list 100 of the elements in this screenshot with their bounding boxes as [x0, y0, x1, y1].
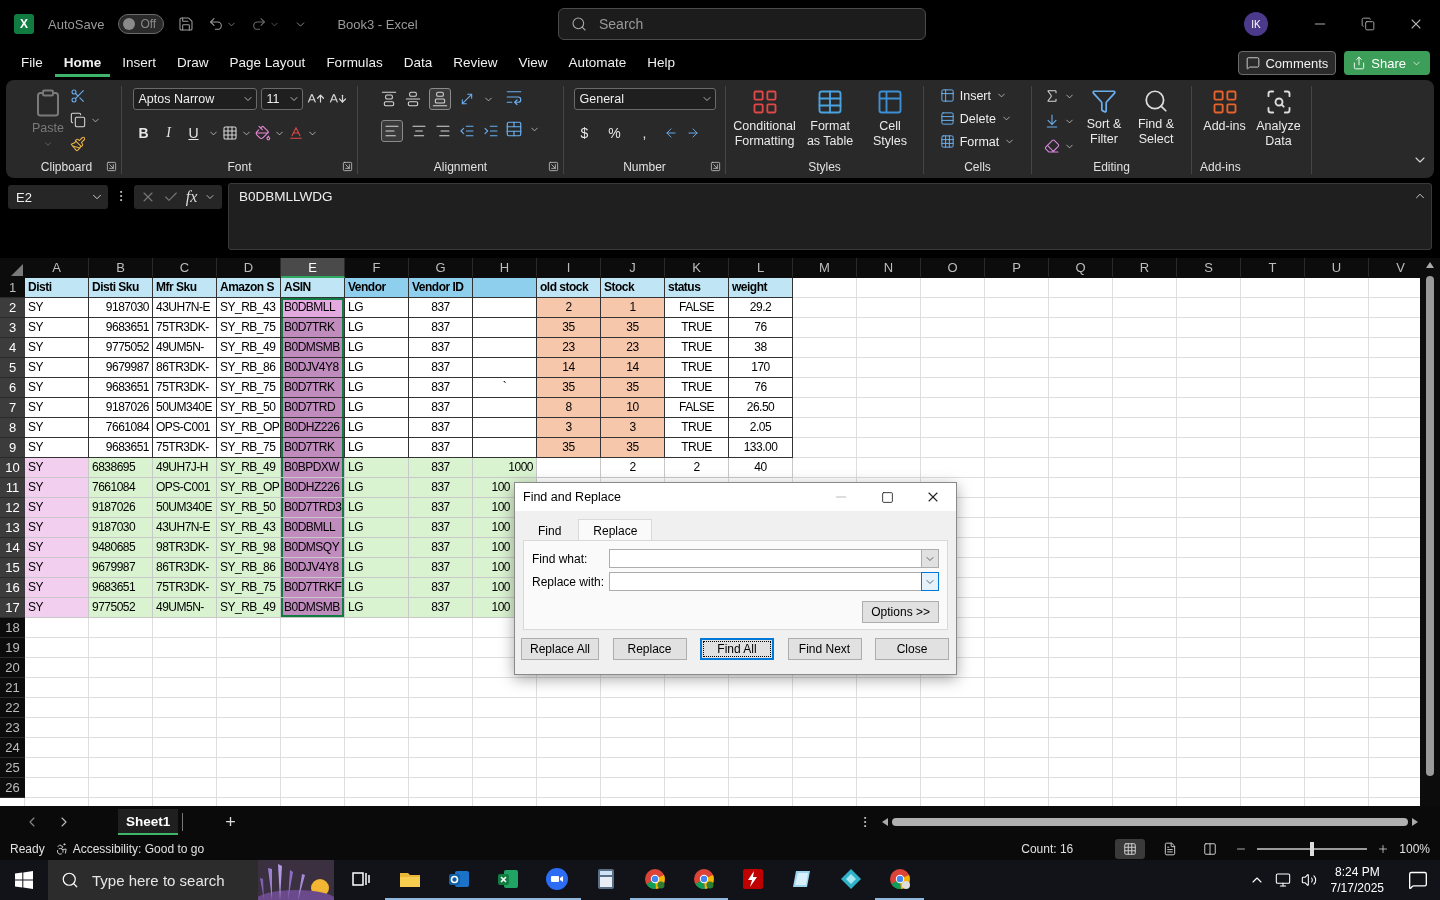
addins-button[interactable]: Add-ins	[1200, 88, 1249, 134]
dialog-button[interactable]: Replace	[612, 638, 687, 660]
column-header[interactable]: N	[857, 258, 921, 278]
options-button[interactable]: Options >>	[862, 601, 939, 623]
menu-tab[interactable]: Insert	[113, 49, 166, 77]
name-box[interactable]: E2	[8, 185, 108, 209]
arrow-icon[interactable]	[1412, 818, 1418, 826]
row-header[interactable]: 25	[0, 758, 25, 778]
indent-decrease-icon[interactable]	[459, 123, 475, 139]
maximize-icon[interactable]	[880, 490, 894, 504]
analyze-data-button[interactable]: Analyze Data	[1254, 88, 1303, 149]
arrow-icon[interactable]	[1426, 262, 1434, 268]
row-header[interactable]: 6	[0, 378, 25, 398]
column-header[interactable]: B	[89, 258, 153, 278]
format-button[interactable]: Format	[939, 134, 1016, 149]
undo-icon[interactable]	[208, 16, 225, 32]
fill-color-icon[interactable]	[254, 125, 271, 141]
row-header[interactable]: 4	[0, 338, 25, 358]
search-field[interactable]: Search	[558, 8, 926, 40]
eraser-icon[interactable]	[1044, 138, 1060, 154]
column-header[interactable]: T	[1241, 258, 1305, 278]
dropdown-button[interactable]	[921, 572, 939, 591]
copy-icon[interactable]	[70, 112, 86, 128]
network-icon[interactable]	[1274, 872, 1291, 888]
menu-tab[interactable]: File	[12, 49, 52, 77]
italic-button[interactable]: I	[157, 122, 180, 144]
volume-icon[interactable]	[1300, 872, 1317, 888]
redo-icon[interactable]	[251, 16, 268, 32]
taskbar-search-field[interactable]: Type here to search	[48, 860, 258, 900]
align-top-icon[interactable]	[381, 91, 397, 107]
row-header[interactable]: 26	[0, 778, 25, 798]
row-header[interactable]: 13	[0, 518, 25, 538]
autosave-toggle[interactable]: Off	[118, 14, 165, 34]
row-header[interactable]: 18	[0, 618, 25, 638]
arrow-icon[interactable]	[882, 818, 888, 826]
column-header[interactable]: R	[1113, 258, 1177, 278]
input-field[interactable]	[609, 572, 922, 591]
row-header[interactable]: 14	[0, 538, 25, 558]
row-header[interactable]: 2	[0, 298, 25, 318]
fill-icon[interactable]	[1044, 113, 1060, 129]
row-header[interactable]: 15	[0, 558, 25, 578]
row-header[interactable]: 5	[0, 358, 25, 378]
paintbrush-icon[interactable]	[70, 136, 86, 152]
launcher-icon[interactable]	[548, 161, 559, 172]
sheet-tab[interactable]: Sheet1	[118, 809, 179, 835]
font-size-select[interactable]: 11	[260, 88, 303, 110]
column-header[interactable]: D	[217, 258, 281, 278]
row-header[interactable]: 21	[0, 678, 25, 698]
formula-field[interactable]: B0DBMLLWDG	[228, 183, 1432, 250]
row-header[interactable]: 22	[0, 698, 25, 718]
delete-button[interactable]: Delete	[939, 111, 1012, 126]
column-header[interactable]: M	[793, 258, 857, 278]
row-header[interactable]: 17	[0, 598, 25, 618]
comments-button[interactable]: Comments	[1238, 51, 1337, 75]
accessibility-icon[interactable]	[54, 842, 69, 856]
menu-tab[interactable]: Page Layout	[220, 49, 315, 77]
column-header[interactable]: A	[25, 258, 89, 278]
row-header[interactable]: 7	[0, 398, 25, 418]
column-header[interactable]: J	[601, 258, 665, 278]
font-name-select[interactable]: Aptos Narrow	[132, 88, 257, 110]
align-center-icon[interactable]	[411, 123, 427, 139]
column-header[interactable]: P	[985, 258, 1049, 278]
menu-tab[interactable]: Formulas	[317, 49, 392, 77]
row-header[interactable]: 1	[0, 278, 25, 298]
menu-tab[interactable]: Home	[54, 49, 111, 77]
notification-icon[interactable]	[1408, 870, 1428, 890]
underline-button[interactable]: U	[182, 122, 205, 144]
column-header[interactable]: I	[537, 258, 601, 278]
align-right-icon[interactable]	[435, 123, 451, 139]
horizontal-scrollbar[interactable]	[882, 815, 1418, 829]
row-header[interactable]: 3	[0, 318, 25, 338]
vertical-scrollbar[interactable]	[1420, 258, 1440, 806]
column-header[interactable]: O	[921, 258, 985, 278]
align-bottom-icon[interactable]	[432, 91, 448, 107]
menu-tab[interactable]: Help	[638, 49, 685, 77]
merge-icon[interactable]	[505, 120, 523, 138]
indent-increase-icon[interactable]	[483, 123, 499, 139]
column-header[interactable]: Q	[1049, 258, 1113, 278]
row-header[interactable]: 20	[0, 658, 25, 678]
restore-icon[interactable]	[1361, 17, 1375, 31]
decrease-decimal-icon[interactable]	[663, 126, 678, 140]
column-header[interactable]: G	[409, 258, 473, 278]
dialog-tab[interactable]: Replace	[578, 519, 653, 541]
column-header[interactable]: F	[345, 258, 409, 278]
row-header[interactable]: 8	[0, 418, 25, 438]
align-left-icon[interactable]	[384, 123, 400, 139]
menu-tab[interactable]: Automate	[559, 49, 636, 77]
row-header[interactable]: 19	[0, 638, 25, 658]
increase-decimal-icon[interactable]	[685, 126, 700, 140]
format-as-table-button[interactable]: Format as Table	[803, 88, 858, 149]
column-header[interactable]: K	[665, 258, 729, 278]
accessibility-status[interactable]: Accessibility: Good to go	[72, 842, 205, 856]
bold-button[interactable]: B	[132, 122, 155, 144]
menu-tab[interactable]: Data	[394, 49, 442, 77]
dialog-button[interactable]: Find Next	[787, 638, 862, 660]
menu-tab[interactable]: View	[509, 49, 557, 77]
column-header[interactable]: C	[153, 258, 217, 278]
select-all-icon[interactable]	[11, 264, 23, 276]
align-middle-icon[interactable]	[405, 91, 421, 107]
row-header[interactable]: 23	[0, 718, 25, 738]
